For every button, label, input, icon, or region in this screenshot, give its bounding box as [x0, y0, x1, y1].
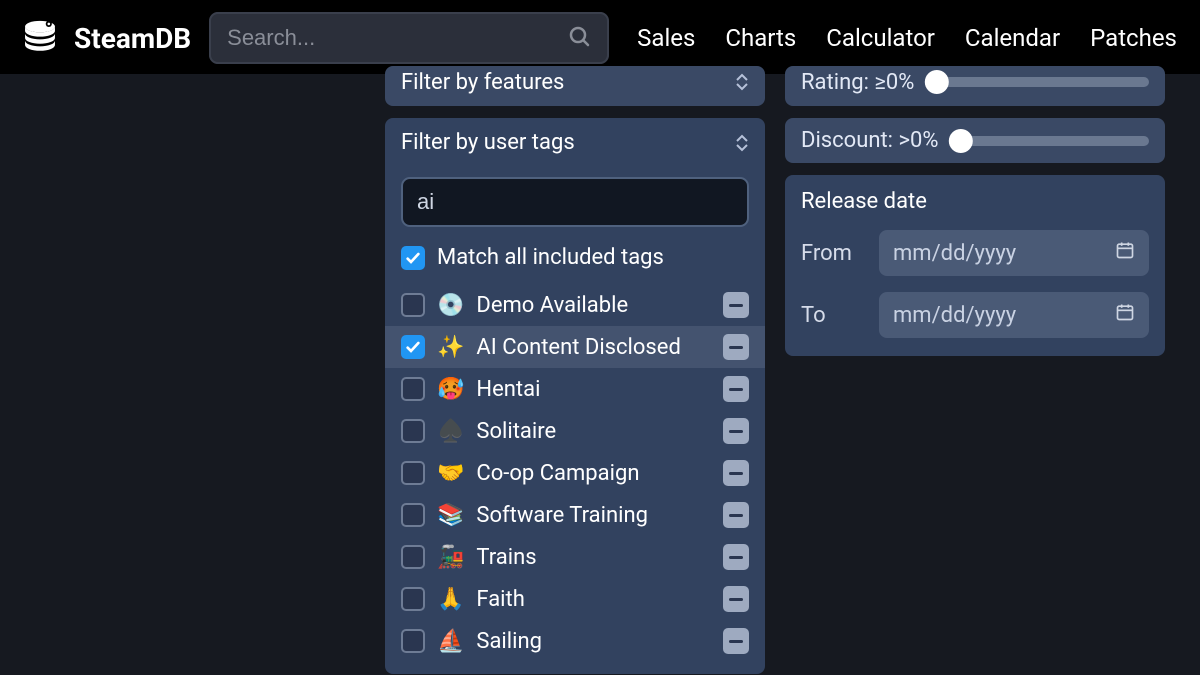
discount-slider-thumb[interactable] — [949, 129, 973, 153]
tag-label: Software Training — [476, 503, 648, 528]
date-to-placeholder: mm/dd/yyyy — [893, 303, 1016, 328]
discount-slider-panel: Discount: >0% — [785, 118, 1165, 163]
tag-emoji-icon: ⛵ — [437, 629, 464, 654]
filter-tags-label: Filter by user tags — [401, 130, 575, 155]
tag-row[interactable]: 💿 Demo Available — [401, 284, 749, 326]
tags-search-box[interactable] — [401, 177, 749, 227]
tag-label: Co-op Campaign — [476, 461, 639, 486]
date-to-input[interactable]: mm/dd/yyyy — [879, 292, 1149, 338]
tag-label: AI Content Disclosed — [476, 335, 680, 360]
tag-emoji-icon: 🥵 — [437, 377, 464, 402]
tag-checkbox[interactable] — [401, 377, 425, 401]
tag-checkbox[interactable] — [401, 335, 425, 359]
tag-checkbox[interactable] — [401, 419, 425, 443]
date-from-input[interactable]: mm/dd/yyyy — [879, 230, 1149, 276]
tag-exclude-button[interactable] — [723, 376, 749, 402]
rating-slider[interactable] — [932, 77, 1149, 87]
search-input-container[interactable] — [209, 12, 609, 64]
tag-emoji-icon: ✨ — [437, 335, 464, 360]
discount-slider[interactable] — [956, 136, 1149, 146]
tag-emoji-icon: ♠️ — [437, 419, 464, 444]
nav-charts[interactable]: Charts — [725, 24, 796, 52]
tag-emoji-icon: 📚 — [437, 503, 464, 528]
sort-chevron-icon — [735, 134, 749, 152]
match-all-label: Match all included tags — [437, 245, 664, 270]
tag-label: Trains — [476, 545, 536, 570]
match-all-row[interactable]: Match all included tags — [401, 235, 749, 276]
date-to-label: To — [801, 303, 865, 328]
search-icon[interactable] — [567, 24, 591, 52]
nav-calculator[interactable]: Calculator — [826, 24, 935, 52]
tag-checkbox[interactable] — [401, 545, 425, 569]
calendar-icon[interactable] — [1115, 240, 1135, 266]
tag-emoji-icon: 💿 — [437, 293, 464, 318]
rating-label: Rating: ≥0% — [801, 70, 914, 95]
top-header: SteamDB Sales Charts Calculator Calendar… — [0, 0, 1200, 74]
nav-calendar[interactable]: Calendar — [965, 24, 1060, 52]
tag-row[interactable]: 🥵 Hentai — [401, 368, 749, 410]
tag-emoji-icon: 🚂 — [437, 545, 464, 570]
nav-patches[interactable]: Patches — [1090, 24, 1177, 52]
brand-logo[interactable]: SteamDB — [18, 16, 191, 60]
tag-exclude-button[interactable] — [723, 334, 749, 360]
steamdb-logo-icon — [18, 16, 62, 60]
tag-exclude-button[interactable] — [723, 460, 749, 486]
tag-label: Sailing — [476, 629, 542, 654]
top-nav: Sales Charts Calculator Calendar Patches — [637, 24, 1177, 52]
tag-exclude-button[interactable] — [723, 586, 749, 612]
filter-features-label: Filter by features — [401, 70, 564, 95]
tag-checkbox[interactable] — [401, 293, 425, 317]
tag-checkbox[interactable] — [401, 503, 425, 527]
tag-row[interactable]: 🙏 Faith — [401, 578, 749, 620]
release-date-panel: Release date From mm/dd/yyyy To mm/dd/yy… — [785, 175, 1165, 356]
discount-label: Discount: >0% — [801, 128, 938, 153]
tag-checkbox[interactable] — [401, 587, 425, 611]
date-from-label: From — [801, 241, 865, 266]
filter-user-tags-panel: Filter by user tags Match all included t… — [385, 118, 765, 674]
tag-label: Hentai — [476, 377, 540, 402]
filter-tags-header[interactable]: Filter by user tags — [401, 130, 749, 163]
tag-row[interactable]: 📚 Software Training — [401, 494, 749, 536]
match-all-checkbox[interactable] — [401, 246, 425, 270]
tags-list: 💿 Demo Available ✨ AI Content Disclosed 🥵 Hen… — [401, 284, 749, 662]
tag-label: Faith — [476, 587, 524, 612]
nav-sales[interactable]: Sales — [637, 24, 695, 52]
tag-emoji-icon: 🙏 — [437, 587, 464, 612]
rating-slider-panel: Rating: ≥0% — [785, 66, 1165, 106]
tag-emoji-icon: 🤝 — [437, 461, 464, 486]
tag-exclude-button[interactable] — [723, 502, 749, 528]
tag-exclude-button[interactable] — [723, 628, 749, 654]
rating-slider-thumb[interactable] — [925, 70, 949, 94]
tag-row[interactable]: ⛵ Sailing — [401, 620, 749, 662]
search-input[interactable] — [227, 25, 567, 51]
filter-features-collapsed[interactable]: Filter by features — [385, 66, 765, 106]
tag-exclude-button[interactable] — [723, 292, 749, 318]
tag-checkbox[interactable] — [401, 629, 425, 653]
tags-search-input[interactable] — [417, 189, 733, 215]
tag-row[interactable]: ✨ AI Content Disclosed — [385, 326, 765, 368]
calendar-icon[interactable] — [1115, 302, 1135, 328]
tag-row[interactable]: 🚂 Trains — [401, 536, 749, 578]
sort-chevron-icon — [735, 73, 749, 91]
tag-exclude-button[interactable] — [723, 418, 749, 444]
date-from-placeholder: mm/dd/yyyy — [893, 241, 1016, 266]
tag-row[interactable]: ♠️ Solitaire — [401, 410, 749, 452]
tag-row[interactable]: 🤝 Co-op Campaign — [401, 452, 749, 494]
tag-exclude-button[interactable] — [723, 544, 749, 570]
tag-label: Solitaire — [476, 419, 556, 444]
release-date-title: Release date — [801, 189, 1149, 214]
tag-checkbox[interactable] — [401, 461, 425, 485]
brand-name: SteamDB — [74, 22, 191, 55]
tag-label: Demo Available — [476, 293, 628, 318]
